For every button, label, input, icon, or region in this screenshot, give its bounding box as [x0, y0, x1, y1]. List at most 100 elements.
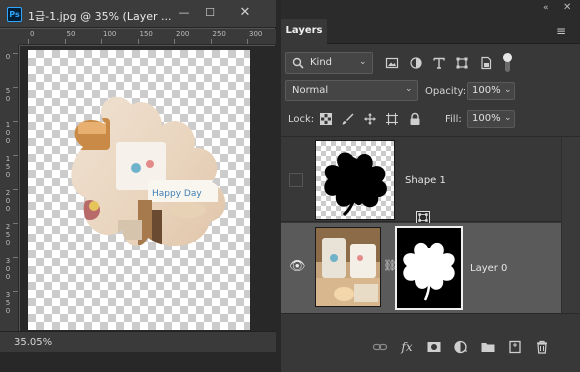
tab-layers[interactable]: Layers [281, 19, 327, 44]
ruler-origin[interactable] [0, 29, 19, 45]
minimize-button[interactable]: — [175, 6, 193, 22]
layer-list: Shape 1 👁 ⛓ Layer 0 [281, 136, 580, 314]
ruler-tick-label: 50 [66, 30, 76, 38]
ruler-tick-label: 0 [5, 205, 11, 213]
image-filter-icon[interactable] [385, 56, 399, 70]
horizontal-ruler[interactable]: 0 50 100 150 200 250 300 [19, 29, 276, 45]
layer-row-layer-0[interactable]: 👁 ⛓ Layer 0 [281, 223, 561, 313]
photo-text: Happy Day [152, 189, 202, 199]
layer-row-shape-1[interactable]: Shape 1 [281, 137, 561, 224]
ruler-tick-mark [28, 39, 29, 44]
ruler-tick-label: 5 [5, 231, 11, 239]
opacity-value: 100% [472, 85, 501, 96]
visibility-toggle-off[interactable] [289, 173, 303, 187]
ruler-tick-mark [13, 257, 18, 258]
layer-name[interactable]: Layer 0 [470, 263, 507, 274]
adjustment-filter-icon[interactable] [409, 56, 423, 70]
ruler-tick-mark [13, 291, 18, 292]
fill-field[interactable]: 100% ⌄ [467, 110, 515, 128]
ruler-tick-label: 5 [5, 163, 11, 171]
ruler-tick-label: 0 [5, 307, 11, 315]
close-panel-icon[interactable]: ✕ [563, 2, 571, 13]
ruler-tick-label: 0 [5, 137, 11, 145]
fill-label: Fill: [445, 114, 462, 125]
ruler-tick-label: 0 [5, 239, 11, 247]
ruler-tick-label: 300 [249, 30, 263, 38]
ruler-tick-label: 1 [5, 121, 11, 129]
ruler-tick-label: 100 [103, 30, 117, 38]
blend-mode-value: Normal [292, 85, 329, 96]
search-icon [292, 57, 304, 69]
layer-list-scrollbar[interactable] [561, 137, 580, 313]
type-filter-icon[interactable] [432, 56, 446, 70]
ruler-tick-mark [13, 87, 18, 88]
ruler-tick-label: 0 [5, 273, 11, 281]
ruler-tick-mark [13, 223, 18, 224]
ruler-tick-label: 0 [5, 95, 11, 103]
ruler-tick-mark [13, 53, 18, 54]
delete-icon[interactable] [534, 339, 550, 355]
ruler-tick-mark [137, 39, 139, 44]
chevron-down-icon[interactable]: ⌄ [504, 85, 512, 95]
ruler-tick-mark [101, 39, 102, 44]
layers-panel: « ✕ Layers ≡ Kind ⌄ Normal ⌄ Opacity: 10… [281, 0, 580, 372]
image-canvas[interactable]: Happy Day [28, 50, 250, 330]
ruler-tick-label: 0 [5, 265, 11, 273]
collapse-panel-icon[interactable]: « [543, 3, 549, 13]
lock-all-icon[interactable] [408, 112, 422, 126]
zoom-level[interactable]: 35.05% [14, 337, 52, 348]
document-title-bar[interactable]: Ps 1급-1.jpg @ 35% (Layer ... — ☐ ✕ [0, 0, 276, 28]
canvas-area[interactable]: Happy Day [20, 46, 276, 331]
ruler-tick-label: 0 [5, 197, 11, 205]
ruler-tick-mark [64, 39, 66, 44]
panel-menu-icon[interactable]: ≡ [556, 25, 566, 37]
ruler-tick-label: 5 [5, 299, 11, 307]
blend-mode-dropdown[interactable]: Normal ⌄ [285, 80, 418, 101]
opacity-field[interactable]: 100% ⌄ [467, 82, 515, 100]
shape-filter-icon[interactable] [455, 56, 469, 70]
filter-kind-value: Kind [310, 57, 333, 68]
smart-object-filter-icon[interactable] [479, 56, 493, 70]
ruler-tick-mark [174, 39, 175, 44]
ruler-tick-mark [13, 121, 18, 122]
layer-name[interactable]: Shape 1 [405, 175, 446, 186]
filter-toggle-switch[interactable] [503, 53, 513, 73]
maximize-button[interactable]: ☐ [201, 6, 219, 22]
shape-layer-thumbnail[interactable] [315, 140, 430, 224]
clover-mask-icon [403, 242, 455, 301]
ruler-tick-label: 0 [5, 53, 11, 61]
eye-icon[interactable]: 👁 [289, 260, 306, 274]
fill-value: 100% [472, 113, 501, 124]
add-mask-icon[interactable] [426, 339, 442, 355]
opacity-label: Opacity: [425, 86, 467, 97]
ruler-tick-mark [13, 155, 18, 156]
ruler-tick-label: 0 [5, 129, 11, 137]
lock-image-pixels-icon[interactable] [341, 112, 355, 126]
chevron-down-icon: ⌄ [405, 84, 413, 94]
ruler-tick-label: 200 [176, 30, 190, 38]
ruler-tick-mark [13, 189, 18, 190]
photo-thumbnail-image [316, 228, 380, 306]
document-window: Ps 1급-1.jpg @ 35% (Layer ... — ☐ ✕ 0 50 10… [0, 0, 276, 352]
adjustment-layer-icon[interactable] [453, 339, 469, 355]
ruler-tick-label: 2 [5, 189, 11, 197]
vertical-ruler[interactable]: 050100150200250300350 [0, 45, 19, 331]
layer-mask-thumbnail[interactable] [395, 226, 463, 310]
lock-position-icon[interactable] [363, 112, 377, 126]
link-layers-icon[interactable] [372, 339, 388, 355]
panel-header-strip: « ✕ [281, 0, 580, 19]
lock-artboard-icon[interactable] [385, 112, 399, 126]
clover-shape-icon [324, 152, 387, 217]
chevron-down-icon[interactable]: ⌄ [504, 113, 512, 123]
new-layer-icon[interactable] [507, 339, 523, 355]
close-button[interactable]: ✕ [236, 6, 254, 22]
layer-filter-dropdown[interactable]: Kind ⌄ [285, 52, 373, 74]
lock-transparent-pixels-icon[interactable] [319, 112, 333, 126]
fx-icon[interactable]: fx [399, 339, 415, 355]
document-title: 1급-1.jpg @ 35% (Layer ... [28, 10, 172, 23]
photoshop-logo-icon: Ps [7, 7, 22, 22]
group-folder-icon[interactable] [480, 339, 496, 355]
ruler-tick-label: 5 [5, 87, 11, 95]
layer-thumbnail[interactable] [315, 227, 381, 307]
layers-bottom-toolbar: fx [281, 334, 580, 360]
